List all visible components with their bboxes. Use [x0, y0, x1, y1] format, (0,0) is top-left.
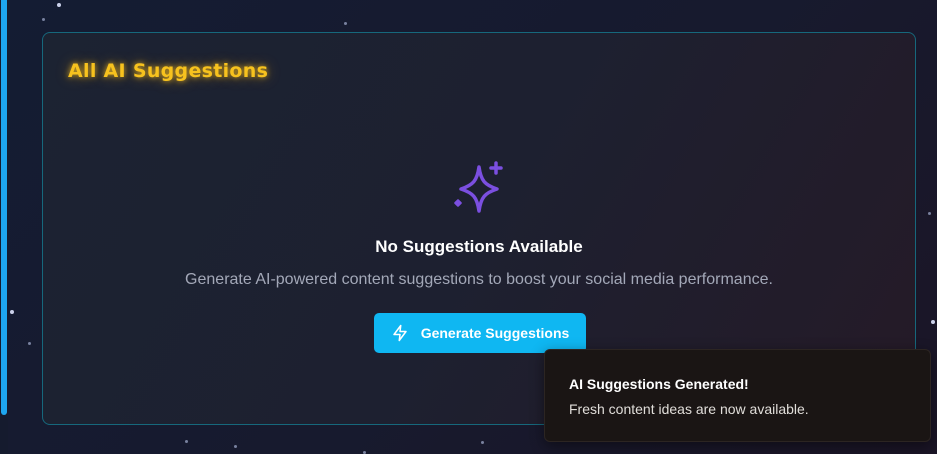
star	[28, 342, 31, 345]
star	[344, 22, 347, 25]
lightning-icon	[392, 324, 407, 342]
toast-title: AI Suggestions Generated!	[569, 376, 749, 392]
star	[481, 441, 484, 444]
panel-title: All AI Suggestions	[68, 60, 269, 82]
empty-state: No Suggestions Available Generate AI-pow…	[43, 157, 915, 289]
toast-notification[interactable]: AI Suggestions Generated! Fresh content …	[544, 349, 931, 442]
generate-suggestions-label: Generate Suggestions	[420, 325, 570, 341]
star	[42, 18, 45, 21]
toast-message: Fresh content ideas are now available.	[569, 401, 809, 417]
star	[10, 310, 14, 314]
star	[931, 320, 935, 324]
star	[57, 3, 61, 7]
scrollbar-thumb[interactable]	[1, 0, 7, 415]
star	[234, 445, 237, 448]
empty-state-title: No Suggestions Available	[375, 237, 583, 256]
star	[185, 440, 188, 443]
generate-suggestions-button[interactable]: Generate Suggestions	[374, 313, 586, 353]
star	[928, 212, 931, 215]
sparkles-icon	[454, 161, 503, 213]
scrollbar-track[interactable]	[0, 0, 8, 454]
empty-state-description: Generate AI-powered content suggestions …	[185, 271, 773, 288]
